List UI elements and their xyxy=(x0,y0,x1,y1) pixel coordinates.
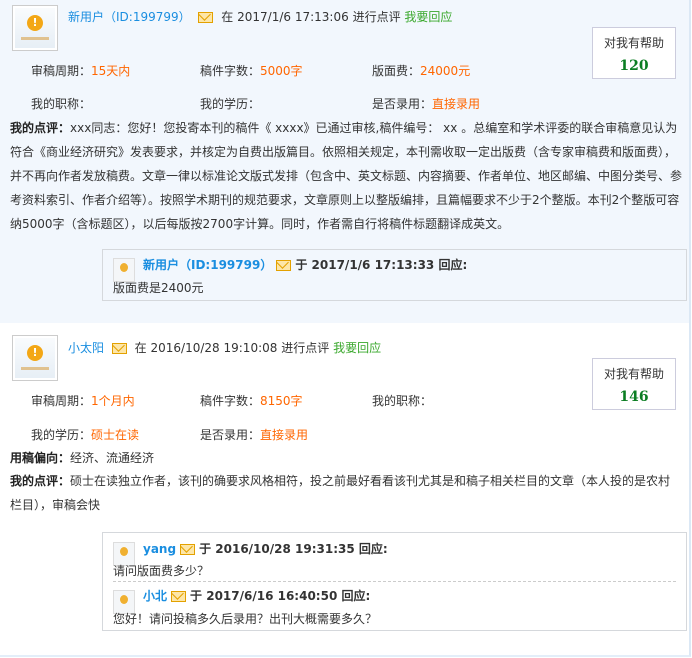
helpful-button[interactable]: 对我有帮助 120 xyxy=(592,27,676,79)
reply-divider xyxy=(113,581,676,582)
respond-link[interactable]: 我要回应 xyxy=(333,341,381,355)
review-time: 2016/10/28 19:10:08 xyxy=(150,341,278,355)
field-review-period: 审稿周期：15天内 xyxy=(31,64,131,78)
reply-text: 您好！请问投稿多久后录用？出刊大概需要多久？ xyxy=(113,612,378,626)
review-entry: ! 新用户（ID:199799） 在 2017/1/6 17:13:06 进行点… xyxy=(0,0,691,323)
reply-text: 请问版面费多少？ xyxy=(113,564,210,578)
avatar-placeholder-icon: ! xyxy=(27,345,43,361)
avatar-placeholder-icon: ! xyxy=(27,15,43,31)
field-title: 我的职称： xyxy=(372,394,433,408)
action-text: 进行点评 xyxy=(281,341,330,355)
reply-time: 2017/6/16 16:40:50 xyxy=(206,589,338,603)
review-time: 2017/1/6 17:13:06 xyxy=(237,10,349,24)
mail-icon[interactable] xyxy=(198,12,214,23)
helpful-label: 对我有帮助 xyxy=(603,36,664,50)
reply-user[interactable]: 小北 xyxy=(143,589,167,603)
at-text: 在 xyxy=(221,10,234,24)
field-title: 我的职称： xyxy=(31,97,92,111)
reviewer-name[interactable]: 新用户（ID:199799） xyxy=(68,10,191,24)
reply-box: yang 于 2016/10/28 19:31:35 回应: 请问版面费多少？ 小… xyxy=(102,532,687,631)
field-accepted: 是否录用：直接录用 xyxy=(372,97,481,111)
field-review-period: 审稿周期：1个月内 xyxy=(31,394,135,408)
mail-icon[interactable] xyxy=(276,260,292,271)
reply-user[interactable]: 新用户（ID:199799） xyxy=(143,258,272,272)
review-entry: ! 小太阳 在 2016/10/28 19:10:08 进行点评 我要回应 对我… xyxy=(0,323,691,657)
field-page-fee: 版面费：24000元 xyxy=(372,64,471,78)
reply-time: 2016/10/28 19:31:35 xyxy=(215,542,355,556)
respond-link[interactable]: 我要回应 xyxy=(404,10,452,24)
field-word-count: 稿件字数：5000字 xyxy=(200,64,303,78)
field-education: 我的学历： xyxy=(200,97,261,111)
reply-time: 2017/1/6 17:13:33 xyxy=(311,258,435,272)
mail-icon[interactable] xyxy=(180,544,196,555)
field-direction: 用稿偏向：经济、流通经济 xyxy=(10,451,155,465)
review-text: 我的点评：硕士在读独立作者，该刊的确要求风格相符，投之前最好看看该刊尤其是和稿子… xyxy=(10,474,671,512)
reviewer-name[interactable]: 小太阳 xyxy=(68,341,104,355)
reply-text: 版面费是2400元 xyxy=(113,281,204,295)
at-text: 在 xyxy=(134,341,147,355)
reply-box: 新用户（ID:199799）于 2017/1/6 17:13:33 回应: 版面… xyxy=(102,249,687,301)
review-text: 我的点评：xxx同志：您好！您投寄本刊的稿件《 xxxx》已通过审核,稿件编号：… xyxy=(10,121,683,231)
field-education: 我的学历：硕士在读 xyxy=(31,428,140,442)
user-avatar[interactable]: ! xyxy=(12,5,58,51)
field-accepted: 是否录用：直接录用 xyxy=(200,428,309,442)
helpful-label: 对我有帮助 xyxy=(603,367,664,381)
helpful-button[interactable]: 对我有帮助 146 xyxy=(592,358,676,410)
action-text: 进行点评 xyxy=(352,10,401,24)
field-word-count: 稿件字数：8150字 xyxy=(200,394,303,408)
helpful-count: 120 xyxy=(619,58,649,74)
mail-icon[interactable] xyxy=(171,591,187,602)
reply-user[interactable]: yang xyxy=(143,542,176,556)
helpful-count: 146 xyxy=(619,389,649,405)
mail-icon[interactable] xyxy=(111,343,127,354)
user-avatar[interactable]: ! xyxy=(12,335,58,381)
